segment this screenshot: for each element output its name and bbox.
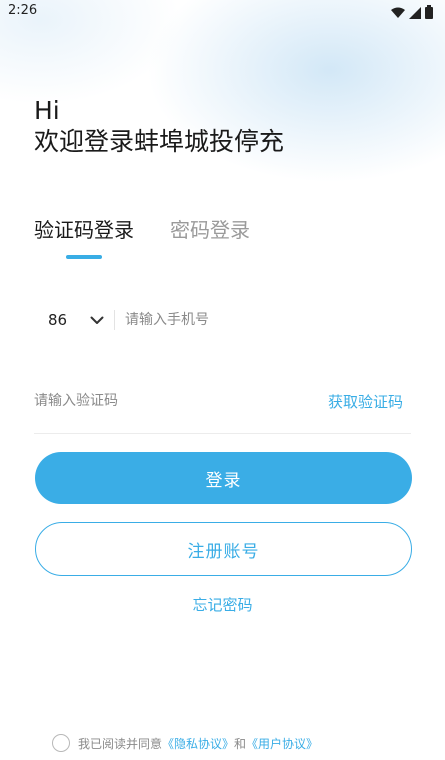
tab-sms-login[interactable]: 验证码登录 — [34, 214, 134, 259]
greeting-hi: Hi — [34, 96, 60, 125]
verification-row: 获取验证码 — [34, 380, 411, 422]
forgot-password-row: 忘记密码 — [0, 594, 445, 615]
country-code[interactable]: 86 — [34, 311, 86, 329]
agreement-checkbox[interactable] — [52, 734, 70, 752]
divider — [34, 433, 411, 434]
signal-icon — [409, 4, 421, 23]
forgot-password-link[interactable]: 忘记密码 — [192, 596, 252, 614]
get-code-button[interactable]: 获取验证码 — [328, 391, 411, 412]
login-tabs: 验证码登录 密码登录 — [34, 214, 250, 259]
agreement-row: 我已阅读并同意 《隐私协议》 和 《用户协议》 — [52, 734, 318, 752]
greeting-welcome: 欢迎登录蚌埠城投停充 — [34, 127, 285, 156]
tab-sms-login-label: 验证码登录 — [34, 218, 134, 242]
login-button[interactable]: 登录 — [35, 452, 412, 504]
phone-input[interactable] — [125, 305, 411, 335]
greeting: Hi 欢迎登录蚌埠城投停充 — [34, 95, 284, 157]
user-agreement-link[interactable]: 《用户协议》 — [246, 735, 318, 752]
battery-icon — [425, 4, 433, 23]
status-time: 2:26 — [8, 3, 38, 18]
verification-code-input[interactable] — [34, 386, 328, 416]
divider — [114, 310, 115, 330]
wifi-icon — [391, 4, 405, 23]
tab-password-login-label: 密码登录 — [170, 218, 250, 242]
status-icons — [391, 4, 433, 23]
register-button[interactable]: 注册账号 — [35, 522, 412, 576]
tab-active-indicator — [66, 255, 102, 259]
chevron-down-icon[interactable] — [86, 316, 108, 325]
tab-password-login[interactable]: 密码登录 — [170, 214, 250, 243]
agreement-prefix: 我已阅读并同意 — [78, 736, 163, 751]
agreement-conjunction: 和 — [234, 736, 247, 751]
status-bar: 2:26 — [0, 0, 445, 24]
privacy-policy-link[interactable]: 《隐私协议》 — [162, 735, 234, 752]
phone-row: 86 — [34, 300, 411, 340]
